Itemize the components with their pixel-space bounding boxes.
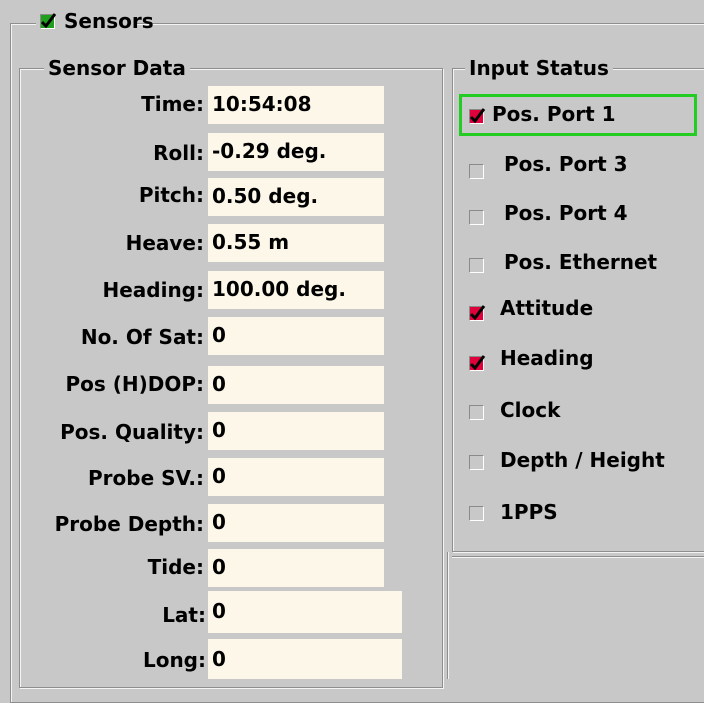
lat-field: 0 (208, 591, 402, 633)
long-field: 0 (208, 639, 402, 679)
attitude-checkbox[interactable] (469, 305, 486, 321)
tide-field: 0 (208, 549, 384, 587)
checkmark-icon (470, 108, 486, 124)
probe-sv-field: 0 (208, 458, 384, 496)
tide-label: Tide: (147, 555, 204, 579)
separator-vertical (447, 552, 449, 679)
probe-depth-field: 0 (208, 504, 384, 542)
attitude-label: Attitude (500, 296, 594, 320)
pos-port-3-checkbox[interactable] (469, 164, 484, 179)
heading-label: Heading: (102, 278, 204, 302)
heading-status-label: Heading (500, 346, 594, 370)
pos-ethernet-label: Pos. Ethernet (504, 250, 658, 274)
checkmark-icon (470, 305, 486, 321)
heading-checkbox[interactable] (469, 355, 486, 371)
probe-sv-label: Probe SV.: (87, 466, 204, 490)
checkmark-icon (41, 13, 57, 29)
1pps-checkbox[interactable] (469, 506, 484, 521)
clock-checkbox[interactable] (469, 405, 484, 420)
roll-field: -0.29 deg. (208, 133, 384, 171)
pos-port-1-checkbox[interactable] (469, 108, 486, 124)
lat-label: Lat: (162, 603, 206, 627)
heave-label: Heave: (125, 231, 204, 255)
pos-ethernet-checkbox[interactable] (469, 258, 484, 273)
pos-port-1-label: Pos. Port 1 (492, 102, 616, 126)
probe-depth-label: Probe Depth: (54, 512, 204, 536)
pos-port-4-label: Pos. Port 4 (504, 201, 628, 225)
pos-port-4-checkbox[interactable] (469, 210, 484, 225)
sensor-data-title: Sensor Data (44, 56, 190, 80)
separator (452, 556, 704, 558)
1pps-label: 1PPS (500, 500, 558, 524)
heave-field: 0.55 m (208, 224, 384, 262)
depth-height-label: Depth / Height (500, 448, 665, 472)
time-field: 10:54:08 (208, 86, 384, 124)
sensors-toggle[interactable]: Sensors (36, 8, 154, 34)
pos-port-3-label: Pos. Port 3 (504, 152, 628, 176)
time-label: Time: (141, 92, 204, 116)
pos-hdop-label: Pos (H)DOP: (65, 372, 204, 396)
pos-hdop-field: 0 (208, 366, 384, 404)
sensors-title: Sensors (64, 9, 154, 33)
pos-quality-field: 0 (208, 412, 384, 450)
pitch-field: 0.50 deg. (208, 178, 384, 216)
clock-label: Clock (500, 398, 561, 422)
pitch-label: Pitch: (138, 183, 204, 207)
no-of-sat-field: 0 (208, 317, 384, 355)
depth-height-checkbox[interactable] (469, 455, 484, 470)
checkmark-icon (470, 355, 486, 371)
heading-field: 100.00 deg. (208, 271, 384, 309)
sensors-checkbox[interactable] (40, 13, 57, 29)
roll-label: Roll: (153, 141, 204, 165)
long-label: Long: (142, 648, 206, 672)
input-status-title: Input Status (465, 56, 613, 80)
no-of-sat-label: No. Of Sat: (80, 325, 204, 349)
pos-quality-label: Pos. Quality: (60, 420, 204, 444)
